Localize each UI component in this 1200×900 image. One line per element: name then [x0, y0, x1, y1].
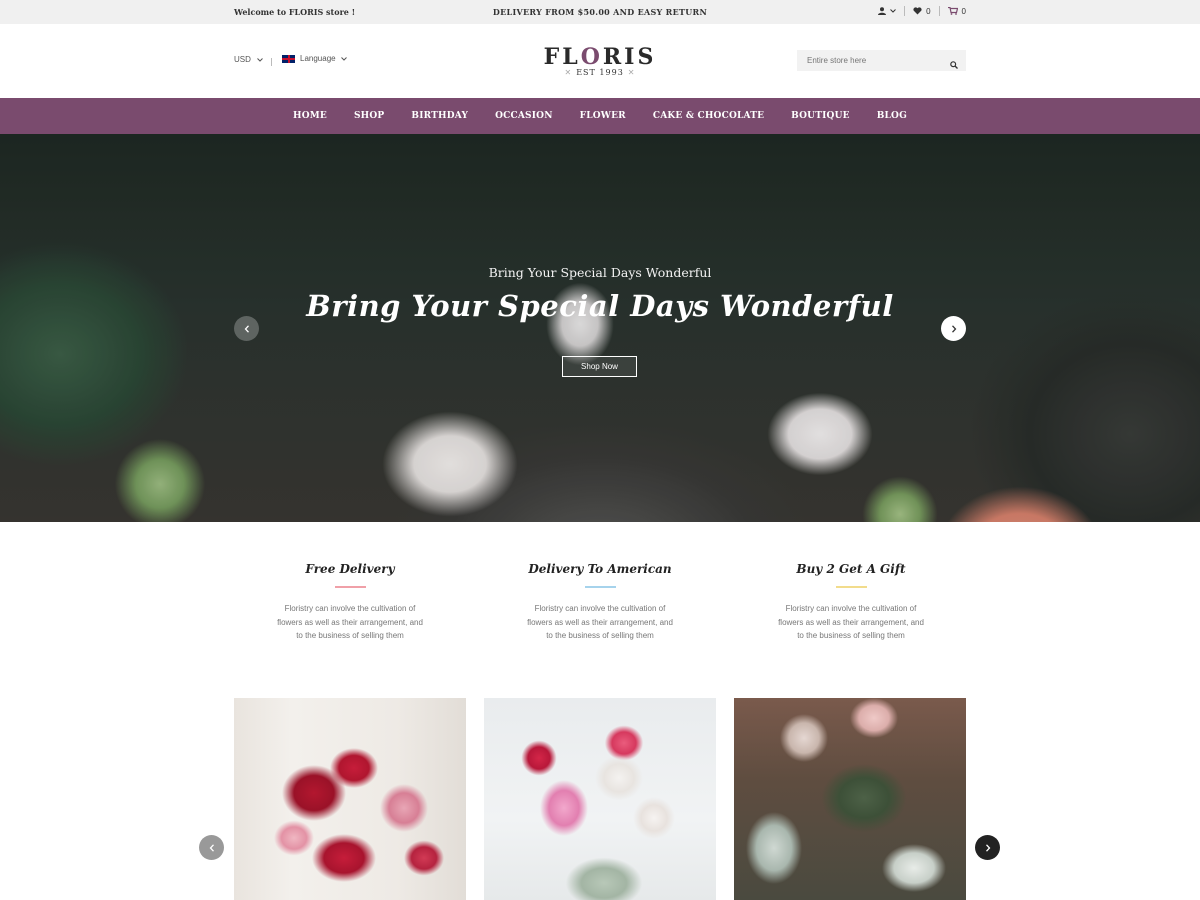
- feature-description: Floristry can involve the cultivation of…: [260, 602, 440, 643]
- feature-description-line: flowers as well as their arrangement, an…: [277, 617, 423, 627]
- slider-next-button[interactable]: [941, 316, 966, 341]
- user-icon: [878, 7, 887, 15]
- feature-description-line: Floristry can involve the cultivation of: [534, 604, 666, 613]
- feature-underline: [835, 586, 867, 588]
- cart-count: 0: [961, 6, 966, 16]
- nav-home[interactable]: HOME: [293, 111, 327, 121]
- hero-slider: Bring Your Special Days Wonderful Bring …: [0, 134, 1200, 522]
- nav-boutique[interactable]: BOUTIQUE: [791, 111, 850, 121]
- divider: [904, 6, 906, 16]
- carousel-prev-button[interactable]: [199, 835, 224, 860]
- product-image-pink-bouquet[interactable]: [484, 698, 716, 900]
- cart-link[interactable]: 0: [947, 6, 966, 16]
- store-logo[interactable]: FLORIS ✕ EST 1993 ✕: [0, 44, 1200, 77]
- product-image-jar-flowers[interactable]: [734, 698, 966, 900]
- nav-birthday[interactable]: BIRTHDAY: [411, 111, 468, 121]
- divider: [938, 6, 940, 16]
- feature-description-line: flowers as well as their arrangement, an…: [778, 617, 924, 627]
- feature-underline: [584, 586, 616, 588]
- carousel-next-button[interactable]: [975, 835, 1000, 860]
- chevron-left-icon: [209, 839, 215, 857]
- feature-description-line: to the business of selling them: [546, 631, 654, 640]
- cross-ornament-icon: ✕: [627, 68, 636, 77]
- search-box: [797, 50, 966, 71]
- promo-text: DELIVERY FROM $50.00 AND EASY RETURN: [492, 7, 708, 17]
- hero-subtitle: Bring Your Special Days Wonderful: [488, 265, 712, 280]
- nav-flower[interactable]: FLOWER: [580, 111, 626, 121]
- wishlist-count: 0: [926, 6, 931, 16]
- logo-wordmark: FLORIS: [0, 44, 1200, 70]
- feature-description: Floristry can involve the cultivation of…: [510, 602, 690, 643]
- logo-text-start: FL: [543, 44, 581, 70]
- feature-description-line: flowers as well as their arrangement, an…: [527, 617, 673, 627]
- chevron-right-icon: [985, 839, 991, 857]
- wishlist-link[interactable]: 0: [913, 6, 931, 16]
- hero-title: Bring Your Special Days Wonderful: [306, 289, 894, 323]
- chevron-left-icon: [244, 320, 250, 338]
- feature-underline: [334, 586, 366, 588]
- product-image-red-bouquet[interactable]: [234, 698, 466, 900]
- header: USD Language FLORIS ✕ EST 1993 ✕: [0, 24, 1200, 98]
- feature-free-delivery: Free Delivery Floristry can involve the …: [260, 562, 440, 643]
- feature-title: Buy 2 Get A Gift: [796, 562, 906, 576]
- logo-est: EST 1993: [576, 68, 624, 77]
- search-input[interactable]: [807, 56, 947, 65]
- feature-buy-2-get-gift: Buy 2 Get A Gift Floristry can involve t…: [761, 562, 941, 643]
- chevron-right-icon: [951, 320, 957, 338]
- hero-image: [0, 134, 1200, 522]
- slider-prev-button[interactable]: [234, 316, 259, 341]
- nav-shop[interactable]: SHOP: [354, 111, 384, 121]
- feature-description: Floristry can involve the cultivation of…: [761, 602, 941, 643]
- feature-description-line: Floristry can involve the cultivation of: [785, 604, 917, 613]
- logo-tagline: ✕ EST 1993 ✕: [0, 68, 1200, 77]
- feature-delivery-american: Delivery To American Floristry can invol…: [510, 562, 690, 643]
- features-section: Free Delivery Floristry can involve the …: [0, 522, 1200, 698]
- feature-title: Delivery To American: [528, 562, 672, 576]
- nav-cake-chocolate[interactable]: CAKE & CHOCOLATE: [653, 111, 764, 121]
- feature-description-line: to the business of selling them: [797, 631, 905, 640]
- feature-description-line: to the business of selling them: [296, 631, 404, 640]
- heart-icon: [913, 7, 922, 15]
- cross-ornament-icon: ✕: [564, 68, 573, 77]
- feature-description-line: Floristry can involve the cultivation of: [284, 604, 416, 613]
- cart-icon: [947, 7, 958, 15]
- top-bar: Welcome to FLORIS store ! DELIVERY FROM …: [0, 0, 1200, 24]
- logo-text-end: RIS: [602, 44, 657, 70]
- main-nav: HOME SHOP BIRTHDAY OCCASION FLOWER CAKE …: [0, 98, 1200, 134]
- shop-now-button[interactable]: Shop Now: [562, 356, 637, 377]
- nav-blog[interactable]: BLOG: [877, 111, 907, 121]
- feature-title: Free Delivery: [305, 562, 395, 576]
- top-tools: 0 0: [878, 6, 966, 16]
- logo-text-o: O: [580, 44, 603, 70]
- account-menu[interactable]: [878, 7, 896, 15]
- product-carousel: [0, 698, 1200, 900]
- nav-occasion[interactable]: OCCASION: [495, 111, 553, 121]
- chevron-down-icon: [890, 9, 896, 13]
- search-icon[interactable]: [950, 56, 958, 74]
